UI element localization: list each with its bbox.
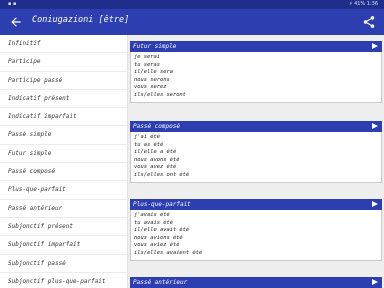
- card-title: Passé composé: [133, 123, 180, 130]
- conjugation-line: vous aviez été: [134, 242, 180, 249]
- conjugation-line: ils/elles seront: [134, 91, 186, 98]
- conjugation-line: vous avez été: [134, 164, 177, 171]
- conjugation-line: j'avais été: [134, 212, 170, 218]
- play-icon[interactable]: [372, 43, 378, 49]
- sidebar-item[interactable]: Passé composé: [0, 163, 127, 182]
- sidebar-item[interactable]: Subjonctif plus-que-parfait: [0, 273, 127, 288]
- sidebar-item[interactable]: Subjonctif imparfait: [0, 236, 127, 255]
- conjugation-card: Futur simple je serai tu seras il/elle s…: [130, 41, 382, 103]
- back-arrow-icon[interactable]: [9, 15, 23, 29]
- status-bar: ▪ ▪ ⚡ 41% 1:36: [0, 0, 384, 9]
- sidebar-item[interactable]: Passé antérieur: [0, 200, 127, 218]
- conjugation-card: Passé composé j'ai été tu as été il/elle…: [130, 121, 382, 183]
- status-text: ⚡ 41% 1:36: [348, 1, 378, 7]
- play-icon[interactable]: [372, 201, 378, 207]
- conjugation-line: il/elle a été: [134, 149, 177, 156]
- app-bar: Coniugazioni [être]: [0, 9, 384, 35]
- sidebar-item[interactable]: Participe: [0, 53, 127, 72]
- sidebar-item[interactable]: Passé simple: [0, 126, 127, 145]
- card-header[interactable]: Plus-que-parfait: [130, 199, 382, 210]
- sidebar-item[interactable]: Subjonctif présent: [0, 218, 127, 237]
- conjugation-card: Passé antérieur: [130, 277, 382, 288]
- page-title: Coniugazioni [être]: [32, 15, 130, 25]
- sidebar-item[interactable]: Indicatif imparfait: [0, 108, 127, 127]
- card-body: j'avais été tu avais été il/elle avait é…: [130, 210, 382, 261]
- conjugation-line: il/elle sera: [134, 69, 173, 76]
- card-header[interactable]: Futur simple: [130, 41, 382, 52]
- sidebar-item[interactable]: Infinitif: [0, 35, 127, 54]
- card-body: j'ai été tu as été il/elle a été nous av…: [130, 132, 382, 183]
- conjugation-line: j'ai été: [134, 134, 160, 140]
- card-header[interactable]: Passé composé: [130, 121, 382, 132]
- conjugation-card: Plus-que-parfait j'avais été tu avais ét…: [130, 199, 382, 261]
- play-icon[interactable]: [372, 279, 378, 285]
- sidebar-item[interactable]: Subjonctif passé: [0, 255, 127, 273]
- conjugation-line: tu seras: [134, 61, 160, 68]
- conjugation-line: ils/elles avaient été: [134, 249, 203, 256]
- conjugation-line: il/elle avait été: [134, 227, 190, 234]
- conjugation-content: Futur simple je serai tu seras il/elle s…: [128, 35, 384, 288]
- tense-sidebar: Infinitif Participe Participe passé Indi…: [0, 35, 128, 288]
- status-icons-left: ▪ ▪: [8, 1, 17, 7]
- conjugation-line: ils/elles ont été: [134, 171, 190, 178]
- play-icon[interactable]: [372, 123, 378, 129]
- sidebar-item[interactable]: Participe passé: [0, 72, 127, 90]
- card-title: Passé antérieur: [133, 279, 188, 286]
- card-title: Plus-que-parfait: [133, 201, 191, 208]
- conjugation-line: vous serez: [134, 84, 167, 91]
- sidebar-item[interactable]: Indicatif présent: [0, 90, 127, 109]
- sidebar-item[interactable]: Plus-que-parfait: [0, 181, 127, 200]
- card-body: je serai tu seras il/elle sera nous sero…: [130, 52, 382, 103]
- sidebar-item[interactable]: Futur simple: [0, 145, 127, 164]
- card-header[interactable]: Passé antérieur: [130, 277, 382, 288]
- share-icon[interactable]: [362, 15, 376, 29]
- conjugation-line: nous serons: [134, 76, 170, 83]
- card-title: Futur simple: [133, 43, 177, 50]
- conjugation-line: je serai: [134, 54, 160, 60]
